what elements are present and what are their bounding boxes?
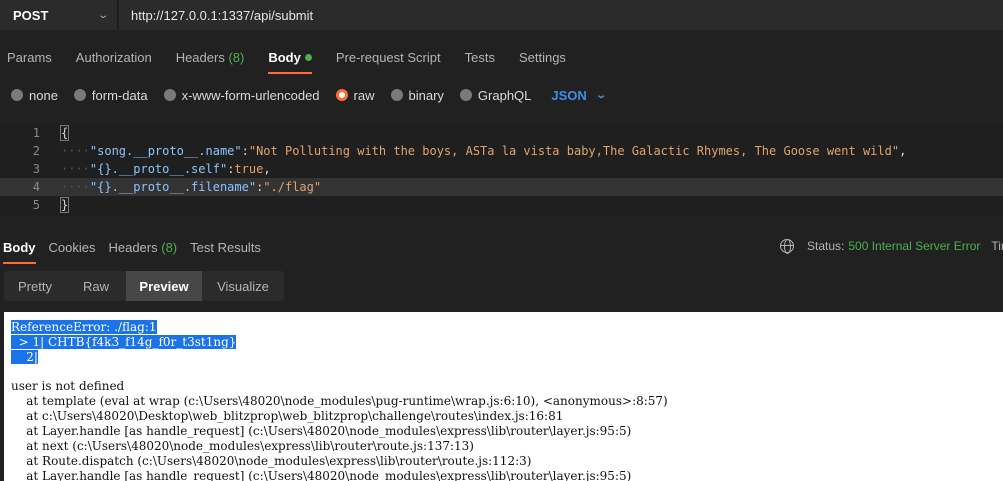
request-tabs: Params Authorization Headers (8) Body Pr… (0, 46, 583, 74)
radio-binary[interactable]: binary (390, 88, 444, 103)
view-preview[interactable]: Preview (126, 271, 202, 301)
tab-settings[interactable]: Settings (519, 46, 566, 74)
tab-response-headers[interactable]: Headers (8) (108, 236, 177, 264)
request-body-editor[interactable]: 1 { 2 ····"song.__proto__.name":"Not Pol… (0, 124, 1003, 216)
json-key: "song.__proto__.name" (89, 144, 242, 158)
radio-raw[interactable]: raw (335, 88, 375, 103)
radio-form-data[interactable]: form-data (73, 88, 148, 103)
code-brace: { (59, 125, 70, 141)
preview-line: at Route.dispatch (c:\Users\48020\node_m… (11, 454, 532, 468)
preview-line: at Layer.handle [as handle_request] (c:\… (11, 469, 632, 481)
tab-cookies[interactable]: Cookies (49, 236, 96, 264)
view-visualize[interactable]: Visualize (202, 271, 284, 301)
radio-circle-icon (459, 89, 472, 101)
radio-circle-icon (163, 89, 176, 101)
method-label: POST (13, 7, 49, 23)
tab-response-body[interactable]: Body (3, 236, 36, 264)
preview-line: at template (eval at wrap (c:\Users\4802… (11, 394, 668, 408)
response-preview[interactable]: ReferenceError: ./flag:1 > 1| CHTB{f4k3_… (4, 312, 1003, 481)
time-label: Tin (991, 239, 1003, 253)
line-number: 2 (32, 144, 40, 158)
editor-line: 1 { (0, 124, 1003, 142)
status-value[interactable]: 500 Internal Server Error (848, 239, 980, 253)
line-number: 5 (32, 198, 40, 212)
line-number: 1 (32, 126, 40, 140)
preview-line: at c:\Users\48020\Desktop\web_blitzprop\… (11, 409, 564, 423)
preview-line: at next (c:\Users\48020\node_modules\exp… (11, 439, 474, 453)
preview-line-selected: > 1| CHTB{f4k3_f14g_f0r_t3st1ng} (11, 335, 237, 349)
view-raw[interactable]: Raw (66, 271, 126, 301)
preview-line: user is not defined (11, 379, 125, 393)
body-type-radios: none form-data x-www-form-urlencoded raw… (11, 86, 607, 104)
url-input[interactable]: http://127.0.0.1:1337/api/submit (119, 0, 1003, 30)
tab-authorization[interactable]: Authorization (76, 46, 152, 74)
preview-line: at Layer.handle [as handle_request] (c:\… (11, 424, 632, 438)
editor-line: 3 ····"{}.__proto__.self":true, (0, 160, 1003, 178)
format-select[interactable]: JSON ⌄ (551, 88, 607, 103)
tab-test-results[interactable]: Test Results (190, 236, 261, 264)
radio-selected-icon (335, 89, 348, 101)
preview-line-selected: 2| (11, 350, 38, 364)
headers-count: (8) (228, 50, 245, 65)
response-view-tabs: Pretty Raw Preview Visualize (4, 271, 284, 301)
view-pretty[interactable]: Pretty (4, 271, 66, 301)
radio-circle-icon (73, 89, 86, 101)
radio-x-www-form-urlencoded[interactable]: x-www-form-urlencoded (163, 88, 320, 103)
radio-circle-icon (11, 89, 23, 101)
editor-line: 5 } (0, 196, 1003, 214)
json-key: "{}.__proto__.self" (89, 162, 228, 176)
request-url-bar: POST ⌄ http://127.0.0.1:1337/api/submit (0, 0, 1003, 30)
chevron-down-icon: ⌄ (96, 9, 109, 21)
response-status: Status: 500 Internal Server Error Tin (780, 239, 1003, 254)
line-number: 3 (32, 162, 40, 176)
chevron-down-icon: ⌄ (595, 89, 607, 101)
tab-params[interactable]: Params (7, 46, 52, 74)
tab-tests[interactable]: Tests (465, 46, 495, 74)
status-label: Status: (807, 239, 845, 253)
response-headers-count: (8) (161, 240, 178, 255)
tab-pre-request-script[interactable]: Pre-request Script (336, 46, 441, 74)
tab-headers[interactable]: Headers (8) (176, 46, 245, 74)
code-brace: } (59, 197, 70, 213)
radio-circle-icon (390, 89, 403, 101)
line-number: 4 (32, 180, 40, 194)
tab-body[interactable]: Body (268, 46, 312, 74)
json-value: "./flag" (263, 180, 322, 194)
preview-line-selected: ReferenceError: ./flag:1 (11, 320, 157, 334)
method-select[interactable]: POST ⌄ (0, 0, 118, 30)
editor-line-current: 4 ····"{}.__proto__.filename":"./flag" (0, 178, 1003, 196)
radio-none[interactable]: none (11, 88, 58, 103)
json-value: "Not Polluting with the boys, ASTa la vi… (248, 144, 900, 158)
response-tabs: Body Cookies Headers (8) Test Results (0, 236, 271, 264)
editor-line: 2 ····"song.__proto__.name":"Not Polluti… (0, 142, 1003, 160)
json-key: "{}.__proto__.filename" (89, 180, 257, 194)
body-modified-dot-icon (304, 54, 312, 61)
radio-graphql[interactable]: GraphQL (459, 88, 531, 103)
json-value: true (234, 162, 264, 176)
globe-icon[interactable] (780, 239, 794, 254)
